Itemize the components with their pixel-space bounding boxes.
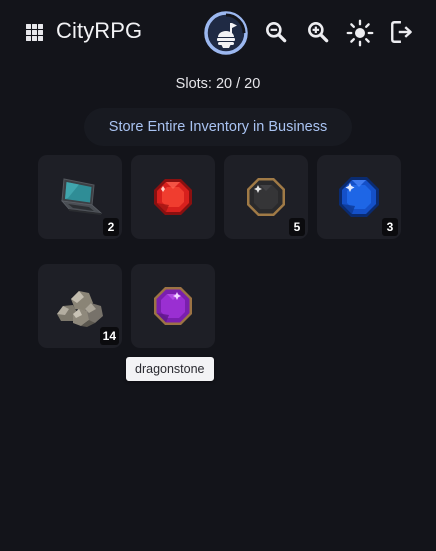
theme-toggle-button[interactable] xyxy=(345,18,375,48)
inventory-slot-dragonstone[interactable] xyxy=(131,264,215,348)
item-tooltip: dragonstone xyxy=(126,357,214,381)
slots-counter: Slots: 20 / 20 xyxy=(175,76,261,92)
inventory-slot-ruby[interactable] xyxy=(131,155,215,239)
stone-icon xyxy=(57,291,103,327)
zoom-in-button[interactable] xyxy=(304,18,332,46)
inventory-grid: 2 5 3 14 xyxy=(38,155,402,348)
grid-icon[interactable] xyxy=(26,24,43,41)
app-title: CityRPG xyxy=(56,18,143,43)
laptop-icon xyxy=(60,178,103,215)
item-quantity: 14 xyxy=(99,327,119,345)
sun-icon xyxy=(346,19,374,47)
sapphire-icon xyxy=(339,177,379,217)
item-quantity: 2 xyxy=(103,218,119,236)
zoom-out-icon xyxy=(266,22,287,43)
app: CityRPG Slots: 20 / 20 Store Entire Inve… xyxy=(0,0,436,551)
business-button[interactable] xyxy=(203,10,249,56)
inventory-slot-onyx[interactable]: 5 xyxy=(224,155,308,239)
store-inventory-button[interactable]: Store Entire Inventory in Business xyxy=(84,108,352,146)
ruby-icon xyxy=(154,179,192,215)
zoom-in-icon xyxy=(308,22,329,43)
zoom-out-button[interactable] xyxy=(262,18,290,46)
logout-icon xyxy=(391,21,412,43)
inventory-slot-sapphire[interactable]: 3 xyxy=(317,155,401,239)
item-quantity: 5 xyxy=(289,218,305,236)
inventory-slot-stone[interactable]: 14 xyxy=(38,264,122,348)
top-bar: CityRPG xyxy=(0,0,436,64)
dragonstone-icon xyxy=(154,287,192,325)
logout-button[interactable] xyxy=(388,18,416,46)
onyx-icon xyxy=(247,178,285,216)
business-icon xyxy=(204,11,248,55)
inventory-slot-laptop[interactable]: 2 xyxy=(38,155,122,239)
item-quantity: 3 xyxy=(382,218,398,236)
